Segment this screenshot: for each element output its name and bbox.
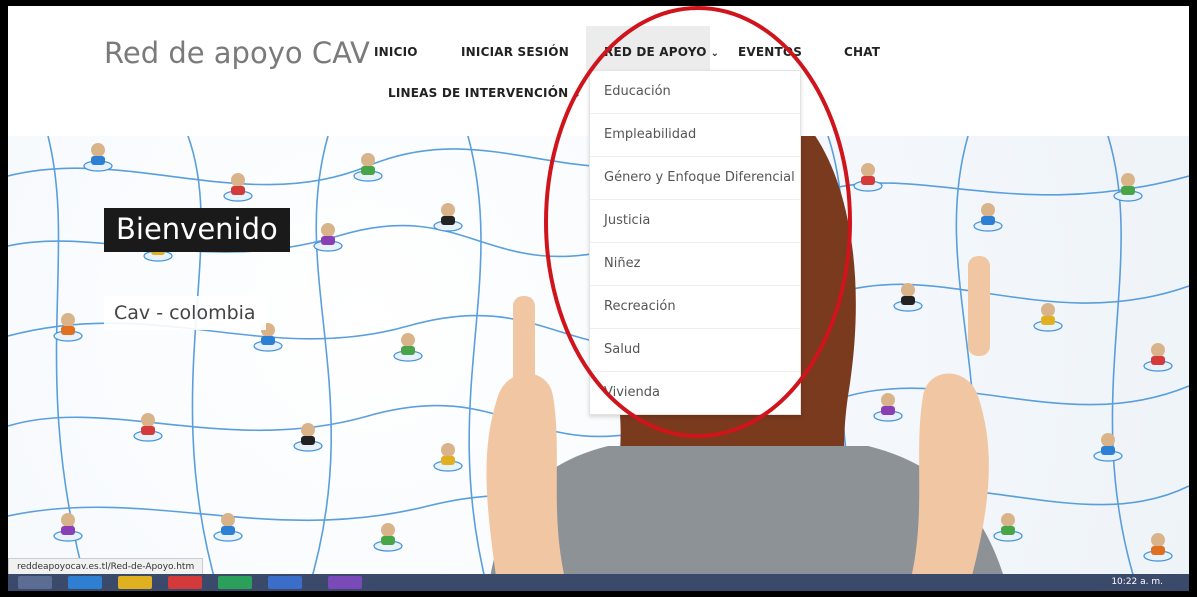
red-de-apoyo-dropdown: Educación Empleabilidad Género y Enfoque… xyxy=(589,70,801,415)
nav-red-de-apoyo[interactable]: RED DE APOYO ⌄ xyxy=(604,45,719,59)
dropdown-item-ninez[interactable]: Niñez xyxy=(590,243,800,286)
nav-inicio[interactable]: INICIO xyxy=(374,45,418,59)
browser-viewport: Red de apoyo CAV INICIO INICIAR SESIÓN R… xyxy=(8,6,1189,591)
dropdown-item-recreacion[interactable]: Recreación xyxy=(590,286,800,329)
nav-eventos[interactable]: EVENTOS xyxy=(738,45,802,59)
app-taskbar-icon[interactable] xyxy=(268,576,302,589)
hero-title: Bienvenido xyxy=(104,208,290,252)
nav-iniciar-sesion[interactable]: INICIAR SESIÓN xyxy=(461,45,569,59)
nav-red-de-apoyo-label: RED DE APOYO xyxy=(604,45,707,59)
dropdown-item-vivienda[interactable]: Vivienda xyxy=(590,372,800,414)
nav-lineas-label: LINEAS DE INTERVENCIÓN xyxy=(388,86,569,100)
media-taskbar-icon[interactable] xyxy=(168,576,202,589)
start-button-icon[interactable] xyxy=(18,576,52,589)
dropdown-item-educacion[interactable]: Educación xyxy=(590,71,800,114)
taskbar-clock: 10:22 a. m. xyxy=(1111,577,1163,587)
dropdown-item-salud[interactable]: Salud xyxy=(590,329,800,372)
hero-subtitle: Cav - colombia xyxy=(104,296,266,330)
windows-taskbar: 10:22 a. m. xyxy=(8,574,1189,591)
dropdown-item-genero[interactable]: Género y Enfoque Diferencial xyxy=(590,157,800,200)
dropdown-item-empleabilidad[interactable]: Empleabilidad xyxy=(590,114,800,157)
nav-chat[interactable]: CHAT xyxy=(844,45,880,59)
site-brand[interactable]: Red de apoyo CAV xyxy=(104,36,370,70)
folder-taskbar-icon[interactable] xyxy=(118,576,152,589)
visual-studio-taskbar-icon[interactable] xyxy=(328,576,362,589)
dropdown-item-justicia[interactable]: Justicia xyxy=(590,200,800,243)
chat-taskbar-icon[interactable] xyxy=(218,576,252,589)
chevron-down-icon: ⌄ xyxy=(710,48,720,59)
nav-lineas-de-intervencion[interactable]: LINEAS DE INTERVENCIÓN ⌄ xyxy=(388,86,581,100)
chevron-down-icon: ⌄ xyxy=(572,89,581,100)
browser-taskbar-icon[interactable] xyxy=(68,576,102,589)
